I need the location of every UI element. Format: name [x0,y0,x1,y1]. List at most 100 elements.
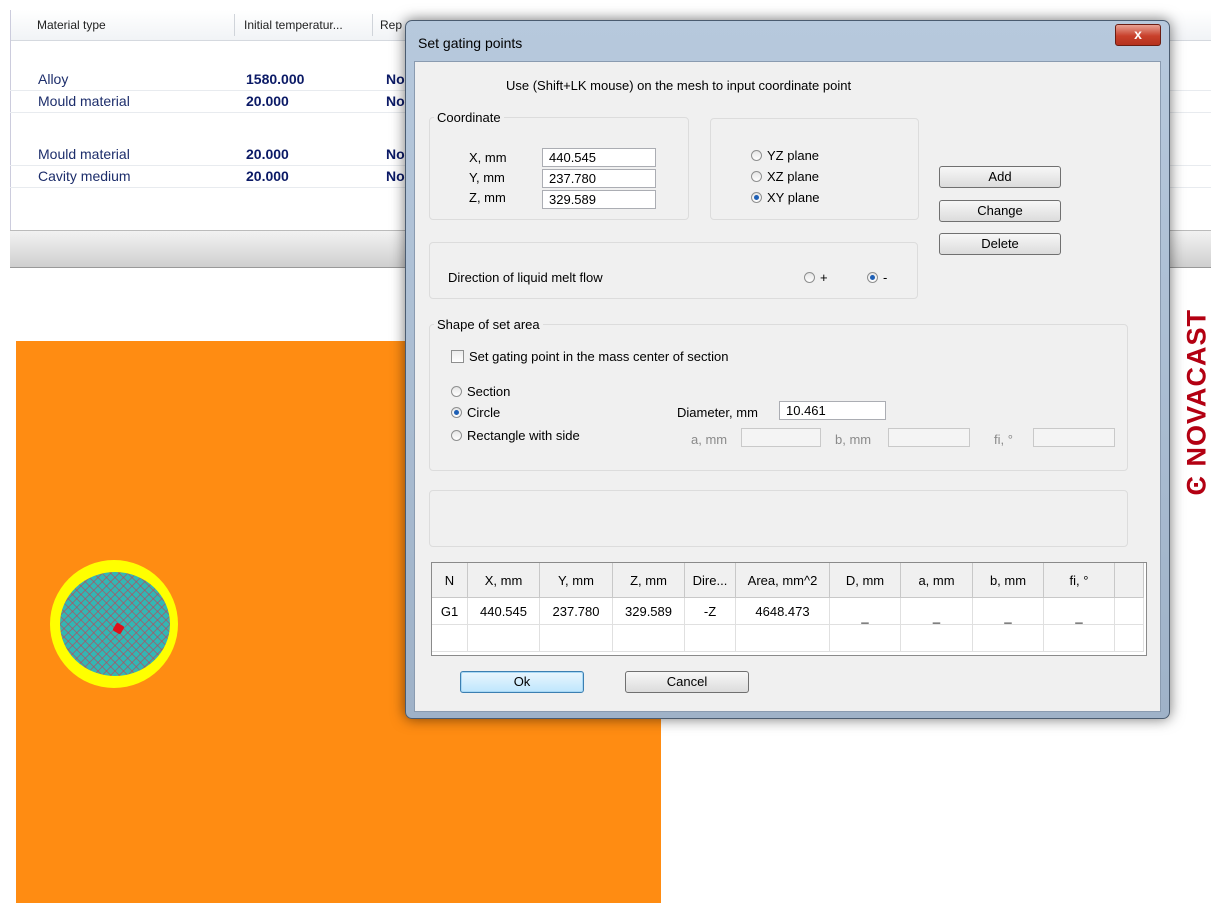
grid-cell[interactable]: _ [972,597,1044,625]
close-icon: x [1134,26,1142,42]
a-field [741,428,821,447]
b-label: b, mm [835,432,872,447]
rep-cell: No [386,71,405,87]
direction-label: Direction of liquid melt flow [448,270,603,285]
input-hint: Use (Shift+LK mouse) on the mesh to inpu… [506,78,852,93]
diameter-label: Diameter, mm [677,405,758,420]
radio-indicator [451,407,462,418]
b-field [888,428,970,447]
radio-label: Rectangle with side [467,428,580,443]
close-button[interactable]: x [1115,24,1161,46]
grid-col-z[interactable]: Z, mm [612,563,685,598]
radio-indicator [451,386,462,397]
set-gating-points-dialog: Set gating points x Use (Shift+LK mouse)… [405,20,1170,719]
checkbox-indicator [451,350,464,363]
radio-indicator [751,171,762,182]
z-label: Z, mm [469,190,506,205]
temperature-cell: 20.000 [246,168,289,184]
grid-cell[interactable]: _ [829,597,901,625]
grid-col-d[interactable]: D, mm [829,563,901,598]
shape-group: Shape of set area [429,317,1128,471]
mass-center-checkbox[interactable]: Set gating point in the mass center of s… [451,349,728,364]
table-left-border [10,10,11,230]
grid-col-n[interactable]: N [432,563,468,598]
temperature-cell: 20.000 [246,146,289,162]
radio-indicator [751,192,762,203]
shape-legend: Shape of set area [437,317,540,332]
radio-indicator [751,150,762,161]
radio-direction-minus[interactable]: - [867,270,887,285]
radio-label: XZ plane [767,169,820,184]
radio-label: - [883,270,888,285]
grid-header-row: N X, mm Y, mm Z, mm Dire... Area, mm^2 D… [432,563,1144,598]
radio-rectangle[interactable]: Rectangle with side [451,428,580,443]
grid-cell[interactable]: G1 [432,597,468,625]
radio-label: + [820,270,828,285]
column-divider[interactable] [234,14,235,36]
grid-cell[interactable]: 4648.473 [735,597,830,625]
logo-wordmark: Ͼ NOVACAST [1182,306,1211,496]
table-row-empty[interactable] [432,624,1144,652]
material-cell: Alloy [38,71,69,87]
cancel-button[interactable]: Cancel [625,671,749,693]
radio-label: Section [467,384,511,399]
rep-cell: No [386,146,405,162]
a-label: a, mm [691,432,728,447]
fi-label: fi, ° [994,432,1013,447]
grid-col-y[interactable]: Y, mm [539,563,613,598]
grid-cell[interactable]: _ [1043,597,1115,625]
radio-xz-plane[interactable]: XZ plane [751,169,819,184]
radio-label: Circle [467,405,501,420]
radio-circle[interactable]: Circle [451,405,500,420]
logo-text: NOVACAST [1181,308,1211,467]
radio-direction-plus[interactable]: + [804,270,828,285]
grid-cell[interactable]: 329.589 [612,597,685,625]
material-cell: Cavity medium [38,168,131,184]
y-coordinate-field[interactable]: 237.780 [542,169,656,188]
rep-cell: No [386,93,405,109]
column-header-material-type[interactable]: Material type [37,18,106,32]
column-divider[interactable] [372,14,373,36]
add-button[interactable]: Add [939,166,1061,188]
column-header-initial-temperature[interactable]: Initial temperatur... [244,18,343,32]
column-header-rep[interactable]: Rep [380,18,402,32]
grid-cell[interactable]: 440.545 [467,597,540,625]
grid-col-area[interactable]: Area, mm^2 [735,563,830,598]
radio-yz-plane[interactable]: YZ plane [751,148,819,163]
z-coordinate-field[interactable]: 329.589 [542,190,656,209]
logo-symbol-icon: Ͼ [1181,475,1211,496]
info-panel [429,490,1128,547]
x-coordinate-field[interactable]: 440.545 [542,148,656,167]
grid-col-direction[interactable]: Dire... [684,563,736,598]
grid-col-filler [1114,563,1144,598]
change-button[interactable]: Change [939,200,1061,222]
ok-button[interactable]: Ok [460,671,584,693]
x-label: X, mm [469,150,507,165]
grid-col-fi[interactable]: fi, ° [1043,563,1115,598]
radio-indicator [804,272,815,283]
grid-col-a[interactable]: a, mm [900,563,973,598]
radio-label: XY plane [767,190,820,205]
radio-indicator [451,430,462,441]
grid-col-b[interactable]: b, mm [972,563,1044,598]
temperature-cell: 20.000 [246,93,289,109]
y-label: Y, mm [469,170,505,185]
dialog-body: Use (Shift+LK mouse) on the mesh to inpu… [414,61,1161,712]
grid-col-x[interactable]: X, mm [467,563,540,598]
material-cell: Mould material [38,93,130,109]
table-row[interactable]: G1 440.545 237.780 329.589 -Z 4648.473 _… [432,597,1144,625]
grid-cell[interactable]: _ [900,597,973,625]
material-cell: Mould material [38,146,130,162]
diameter-field[interactable]: 10.461 [779,401,886,420]
gating-points-grid[interactable]: N X, mm Y, mm Z, mm Dire... Area, mm^2 D… [431,562,1147,656]
radio-section[interactable]: Section [451,384,510,399]
grid-cell[interactable]: 237.780 [539,597,613,625]
radio-label: YZ plane [767,148,820,163]
grid-cell-filler [1114,597,1144,625]
grid-cell[interactable]: -Z [684,597,736,625]
delete-button[interactable]: Delete [939,233,1061,255]
radio-indicator [867,272,878,283]
rep-cell: No [386,168,405,184]
dialog-title: Set gating points [418,35,523,51]
radio-xy-plane[interactable]: XY plane [751,190,820,205]
